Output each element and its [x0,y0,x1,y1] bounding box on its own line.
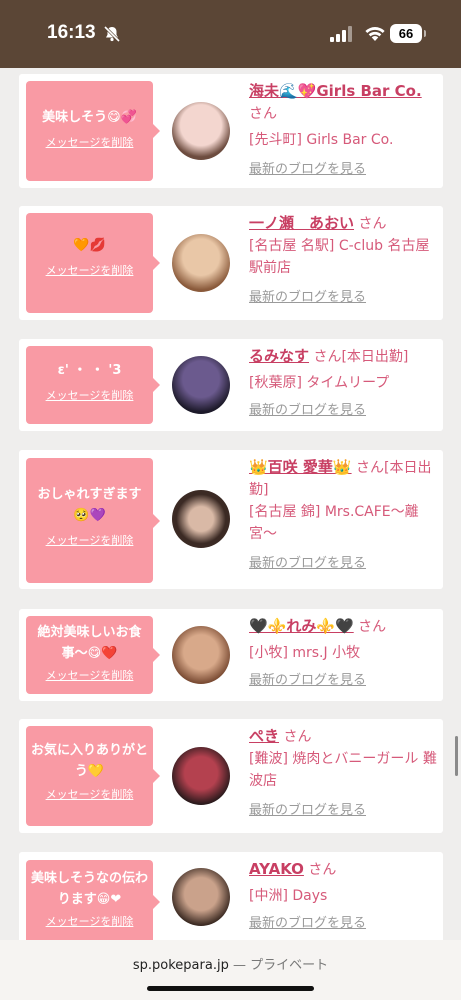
home-indicator[interactable] [147,986,314,991]
honorific: さん [249,106,277,122]
message-bubble: おしゃれすぎます🥺💜 メッセージを削除 [26,458,160,583]
honorific: さん[本日出勤] [313,349,409,365]
delete-message-link[interactable]: メッセージを削除 [46,387,134,403]
delete-message-link[interactable]: メッセージを削除 [46,786,134,802]
avatar[interactable] [172,490,230,548]
honorific: さん [358,216,387,232]
message-bubble: ε' ・ ・ '3 メッセージを削除 [26,346,160,424]
delete-message-link[interactable]: メッセージを削除 [46,913,134,929]
avatar[interactable] [172,868,230,926]
girl-name-link[interactable]: 🖤⚜️れみ⚜️🖤 [249,617,354,635]
battery-indicator: 66 [390,24,426,43]
latest-blog-link[interactable]: 最新のブログを見る [249,287,439,309]
list-item: お気に入りありがとう💛 メッセージを削除 ぺき さん [難波] 焼肉とバニーガー… [19,719,443,833]
message-text: 絶対美味しいお食事〜😋❤️ [37,625,142,661]
shop-name: [名古屋 名駅] C-club 名古屋駅前店 [249,238,430,276]
message-bubble: お気に入りありがとう💛 メッセージを削除 [26,726,160,826]
honorific: さん [308,862,337,878]
girl-name-link[interactable]: ぺき [249,727,279,745]
url-text: sp.pokepara.jp [132,958,229,973]
message-bubble: 美味しそう😋💞 メッセージを削除 [26,81,160,181]
shop-name: [名古屋 錦] Mrs.CAFE〜離宮〜 [249,504,419,542]
list-item: 絶対美味しいお食事〜😋❤️ メッセージを削除 🖤⚜️れみ⚜️🖤 さん [小牧] … [19,609,443,701]
delete-message-link[interactable]: メッセージを削除 [46,667,134,683]
honorific: さん [358,619,387,635]
message-bubble: 絶対美味しいお食事〜😋❤️ メッセージを削除 [26,616,160,694]
list-item: 🧡💋 メッセージを削除 一ノ瀬 あおい さん [名古屋 名駅] C-club 名… [19,206,443,320]
private-mode-label: プライベート [250,958,329,973]
status-bar: 16:13 66 [0,0,461,68]
avatar[interactable] [172,747,230,805]
shop-name: [先斗町] Girls Bar Co. [249,132,394,148]
honorific: さん [283,729,312,745]
girl-name-link[interactable]: るみなす [249,347,309,365]
message-text: 美味しそうなの伝わります😁❤ [30,871,148,907]
message-text: ε' ・ ・ '3 [57,363,122,378]
delete-message-link[interactable]: メッセージを削除 [46,532,134,548]
message-list: 美味しそう😋💞 メッセージを削除 海未🌊💖Girls Bar Co. さん [先… [0,68,461,940]
message-text: お気に入りありがとう💛 [30,743,148,779]
url-separator: — [232,958,246,973]
girl-name-link[interactable]: 海未🌊💖Girls Bar Co. [249,82,422,100]
avatar[interactable] [172,234,230,292]
wifi-icon [365,27,385,41]
latest-blog-link[interactable]: 最新のブログを見る [249,913,439,935]
shop-name: [秋葉原] タイムリープ [249,375,390,391]
latest-blog-link[interactable]: 最新のブログを見る [249,159,439,181]
message-bubble: 美味しそうなの伝わります😁❤ メッセージを削除 [26,860,160,940]
list-item: おしゃれすぎます🥺💜 メッセージを削除 👑百咲 愛華👑 さん[本日出勤] [名古… [19,450,443,589]
status-time: 16:13 [47,22,96,43]
latest-blog-link[interactable]: 最新のブログを見る [249,400,439,422]
list-item: 美味しそう😋💞 メッセージを削除 海未🌊💖Girls Bar Co. さん [先… [19,74,443,188]
latest-blog-link[interactable]: 最新のブログを見る [249,800,439,822]
muted-bell-icon [103,25,121,43]
girl-name-link[interactable]: 👑百咲 愛華👑 [249,458,352,476]
signal-icon [330,26,352,42]
list-item: ε' ・ ・ '3 メッセージを削除 るみなす さん[本日出勤] [秋葉原] タ… [19,339,443,431]
avatar[interactable] [172,102,230,160]
delete-message-link[interactable]: メッセージを削除 [46,262,134,278]
message-text: 美味しそう😋💞 [42,110,137,125]
message-text: おしゃれすぎます🥺💜 [37,487,142,523]
browser-bottom-bar: sp.pokepara.jp — プライベート [0,940,461,1000]
message-bubble: 🧡💋 メッセージを削除 [26,213,160,313]
shop-name: [難波] 焼肉とバニーガール 難波店 [249,751,437,789]
girl-name-link[interactable]: 一ノ瀬 あおい [249,214,354,232]
delete-message-link[interactable]: メッセージを削除 [46,134,134,150]
latest-blog-link[interactable]: 最新のブログを見る [249,553,439,575]
list-item: 美味しそうなの伝わります😁❤ メッセージを削除 AYAKO さん [中洲] Da… [19,852,443,940]
avatar[interactable] [172,356,230,414]
latest-blog-link[interactable]: 最新のブログを見る [249,670,439,692]
girl-name-link[interactable]: AYAKO [249,860,304,878]
shop-name: [小牧] mrs.J 小牧 [249,645,361,661]
address-bar[interactable]: sp.pokepara.jp — プライベート [0,954,461,973]
scrollbar[interactable] [455,736,458,776]
message-text: 🧡💋 [73,238,106,253]
avatar[interactable] [172,626,230,684]
shop-name: [中洲] Days [249,888,328,904]
